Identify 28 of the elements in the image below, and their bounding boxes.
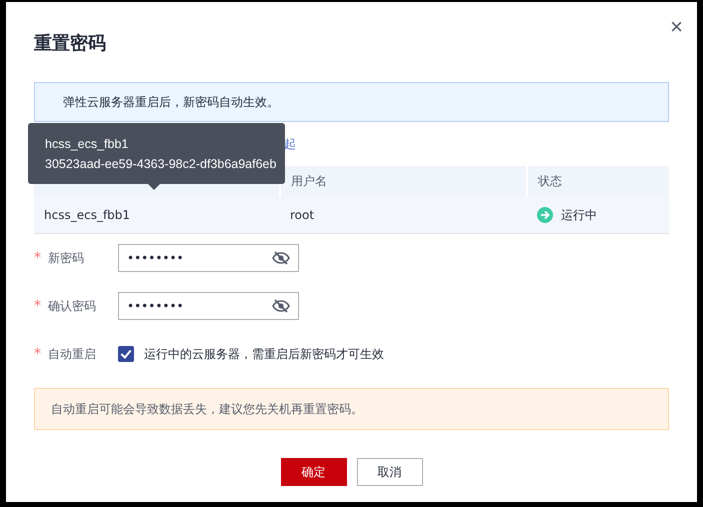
eye-slash-icon	[272, 299, 290, 313]
required-mark: *	[34, 250, 42, 266]
checkbox[interactable]	[118, 346, 134, 362]
required-mark: *	[34, 346, 42, 362]
info-message: 弹性云服务器重启后，新密码自动生效。	[34, 82, 669, 122]
tooltip-text: hcss_ecs_fbb1	[45, 136, 130, 153]
close-button[interactable]: ×	[670, 16, 683, 38]
collapse-link[interactable]: 起	[284, 136, 296, 152]
status-text: 运行中	[561, 206, 597, 224]
password-field[interactable]: ••••••••	[118, 244, 299, 272]
column-header: 状态	[527, 166, 669, 197]
warning-message: 自动重启可能会导致数据丢失，建议您先关机再重置密码。	[34, 388, 669, 430]
tooltip-text: 30523aad-ee59-4363-98c2-df3b6a9af6eb	[45, 156, 278, 173]
field-label: 确认密码	[48, 298, 96, 314]
check-icon	[119, 347, 133, 361]
password-field[interactable]: ••••••••	[118, 292, 299, 320]
confirm-button[interactable]: 确定	[280, 458, 346, 486]
column-header: 用户名	[280, 166, 527, 197]
required-mark: *	[34, 298, 42, 314]
running-status-icon	[537, 207, 553, 223]
field-label: 新密码	[48, 250, 84, 266]
dialog-title: 重置密码	[34, 32, 107, 56]
cancel-button[interactable]: 取消	[356, 458, 422, 486]
table-cell: root	[280, 197, 527, 234]
checkbox-label: 运行中的云服务器，需重启后新密码才可生效	[144, 346, 384, 362]
eye-slash-icon	[272, 251, 290, 265]
table-cell: hcss_ecs_fbb1	[34, 197, 280, 234]
field-label: 自动重启	[48, 346, 96, 362]
